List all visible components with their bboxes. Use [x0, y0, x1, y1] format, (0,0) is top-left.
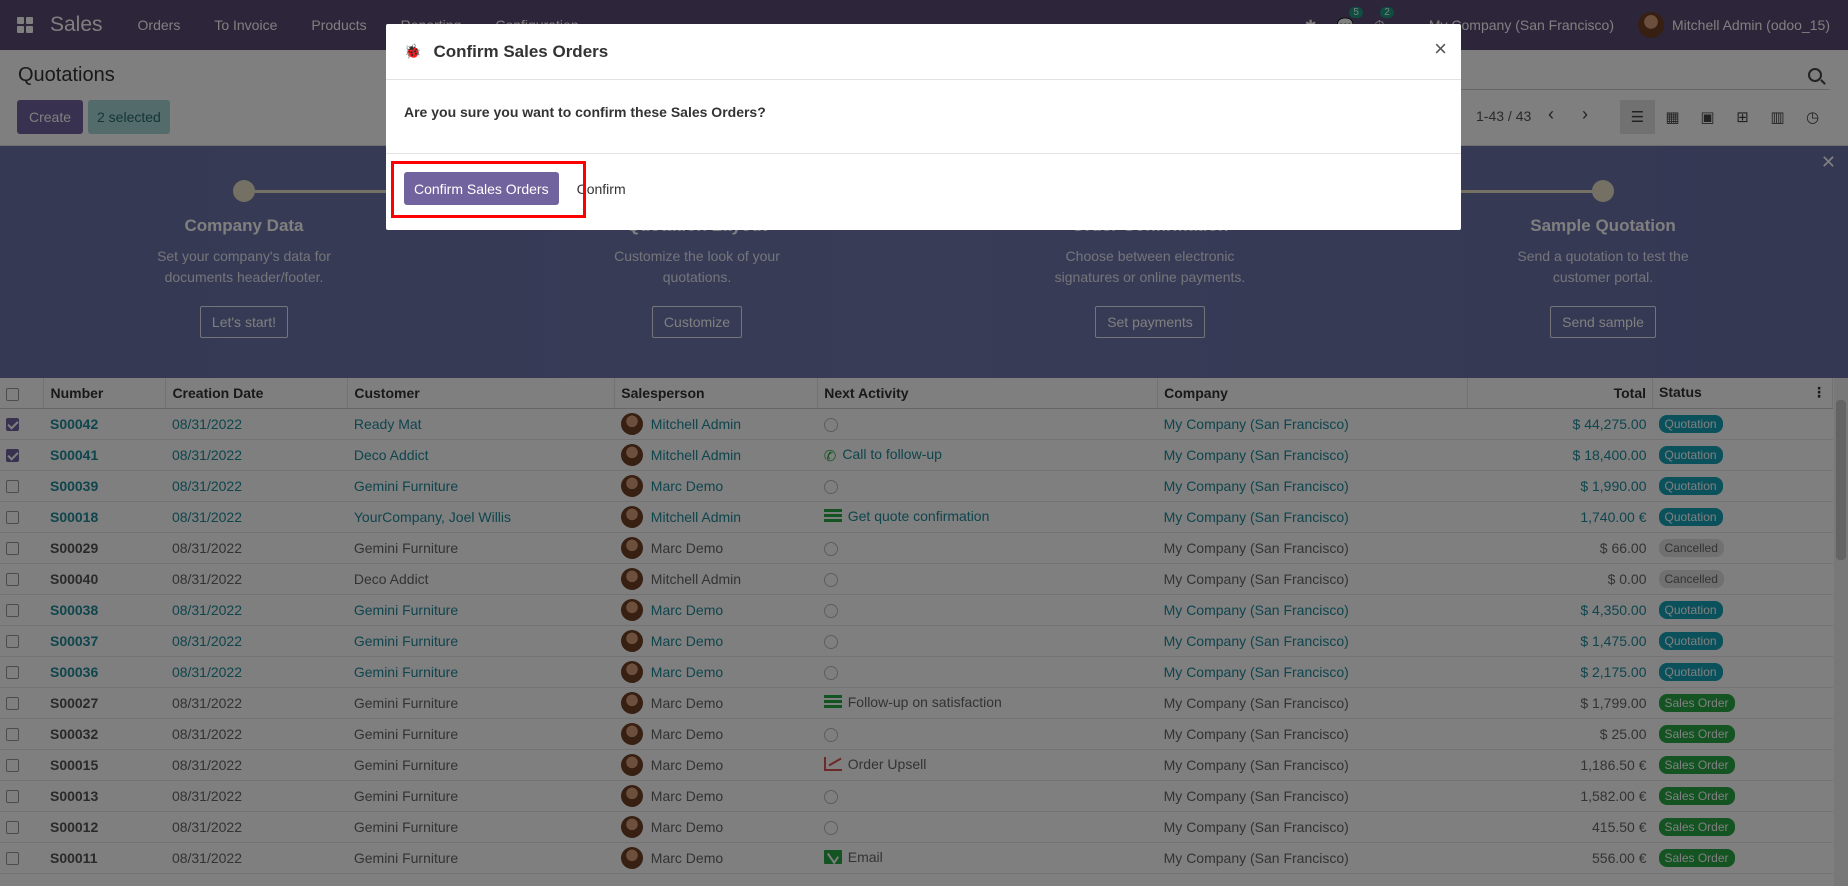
dialog-title: Confirm Sales Orders	[433, 41, 609, 61]
dialog-header: 🐞 Confirm Sales Orders	[386, 24, 1461, 80]
dialog-message: Are you sure you want to confirm these S…	[386, 80, 1461, 154]
bug-icon: 🐞	[404, 43, 422, 59]
close-icon[interactable]: ×	[1434, 36, 1447, 62]
highlight-box	[391, 161, 586, 218]
